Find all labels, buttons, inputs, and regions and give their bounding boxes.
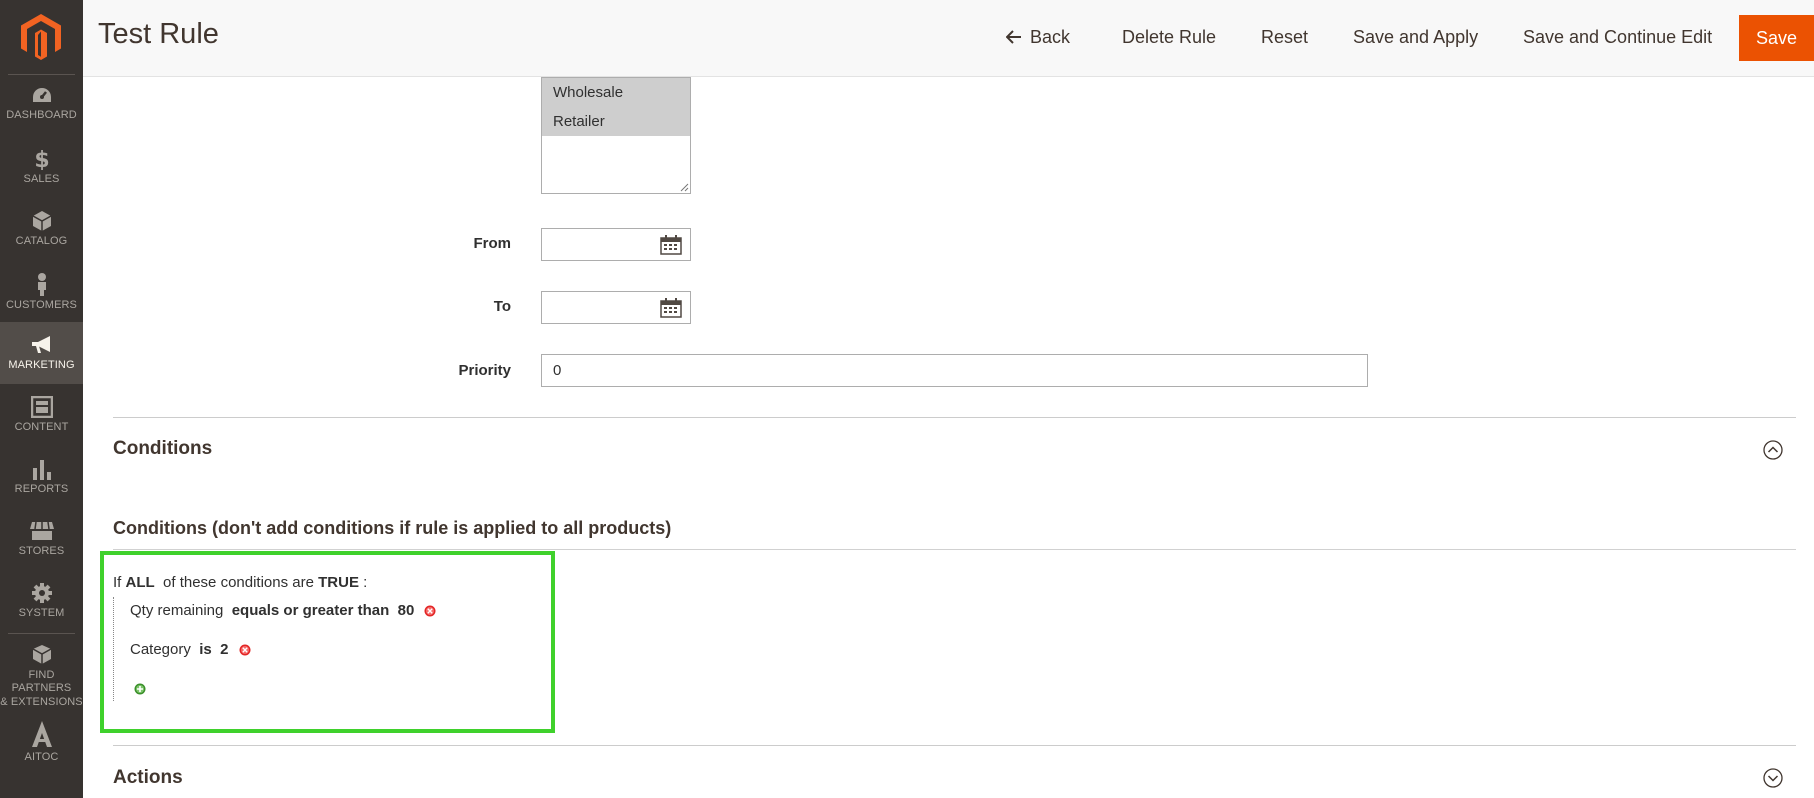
sidebar-item-dashboard[interactable]: DASHBOARD xyxy=(0,86,83,148)
chevron-up-icon[interactable] xyxy=(1763,440,1783,460)
condition-rule: Category is 2 xyxy=(130,641,251,658)
sidebar-item-label: DASHBOARD xyxy=(6,109,77,121)
dashboard-icon xyxy=(32,88,51,102)
to-label: To xyxy=(493,298,511,315)
sidebar-item-label: REPORTS xyxy=(14,483,69,495)
save-and-continue-edit-button[interactable]: Save and Continue Edit xyxy=(1523,22,1712,52)
sidebar-item-label: SYSTEM xyxy=(18,607,65,619)
section-divider xyxy=(113,417,1796,418)
back-button[interactable]: Back xyxy=(1005,22,1071,52)
sidebar-divider xyxy=(8,633,75,634)
to-date-field[interactable] xyxy=(541,291,691,324)
aitoc-icon xyxy=(31,721,52,747)
sidebar-item-label: CATALOG xyxy=(15,235,68,247)
condition-operator-select[interactable]: equals or greater than xyxy=(232,602,390,619)
calendar-icon[interactable] xyxy=(660,298,682,318)
sidebar-item-find-partners[interactable]: FIND PARTNERS & EXTENSIONS xyxy=(0,644,83,716)
remove-condition-icon[interactable] xyxy=(239,644,251,656)
sidebar-item-label: AITOC xyxy=(24,751,59,763)
sidebar-item-sales[interactable]: $ SALES xyxy=(0,148,83,210)
priority-label: Priority xyxy=(458,362,511,379)
sidebar-item-label: & EXTENSIONS xyxy=(0,696,83,708)
admin-sidebar: DASHBOARD $ SALES CATALOG CUSTOMERS MARK… xyxy=(0,0,83,798)
condition-root: If ALL of these conditions are TRUE : xyxy=(113,574,367,591)
aggregator-value-select[interactable]: TRUE xyxy=(318,574,359,591)
delete-rule-button[interactable]: Delete Rule xyxy=(1122,22,1216,52)
sidebar-item-label: CONTENT xyxy=(14,421,69,433)
back-label: Back xyxy=(1030,27,1071,47)
sidebar-item-system[interactable]: SYSTEM xyxy=(0,582,83,644)
svg-text:$: $ xyxy=(34,148,49,170)
remove-condition-icon[interactable] xyxy=(424,605,436,617)
add-condition-icon[interactable] xyxy=(134,683,146,695)
reset-button[interactable]: Reset xyxy=(1261,22,1308,52)
actions-section-title[interactable]: Actions xyxy=(113,767,183,789)
page-header: Test Rule Back Delete Rule Reset Save an… xyxy=(83,0,1814,77)
sidebar-item-label: CUSTOMERS xyxy=(6,299,77,311)
multiselect-option-wholesale[interactable]: Wholesale xyxy=(542,78,690,107)
save-button[interactable]: Save xyxy=(1739,15,1814,61)
condition-attribute: Category xyxy=(130,641,191,658)
section-divider xyxy=(113,745,1796,746)
magento-logo-icon[interactable] xyxy=(21,14,61,60)
condition-middle-text: of these conditions are xyxy=(163,574,314,591)
chevron-down-icon[interactable] xyxy=(1763,768,1783,788)
store-icon xyxy=(29,521,54,540)
condition-prefix: If xyxy=(113,574,122,591)
aggregator-select[interactable]: ALL xyxy=(126,574,155,591)
sidebar-item-label: MARKETING xyxy=(8,359,75,371)
sidebar-item-aitoc[interactable]: AITOC xyxy=(0,720,83,792)
layout-icon xyxy=(30,396,53,418)
sidebar-item-stores[interactable]: STORES xyxy=(0,520,83,582)
customer-groups-multiselect[interactable]: Wholesale Retailer xyxy=(541,77,691,194)
sidebar-item-content[interactable]: CONTENT xyxy=(0,396,83,458)
condition-value-field[interactable]: 80 xyxy=(398,602,415,619)
conditions-section-title[interactable]: Conditions xyxy=(113,438,212,460)
multiselect-option-retailer[interactable]: Retailer xyxy=(542,107,690,136)
sidebar-item-reports[interactable]: REPORTS xyxy=(0,458,83,520)
megaphone-icon xyxy=(31,336,50,353)
condition-suffix: : xyxy=(363,574,368,591)
from-label: From xyxy=(473,235,512,252)
calendar-icon[interactable] xyxy=(660,235,682,255)
subsection-divider xyxy=(113,549,1796,550)
condition-operator-select[interactable]: is xyxy=(199,641,212,658)
box-icon xyxy=(32,211,51,231)
sidebar-item-catalog[interactable]: CATALOG xyxy=(0,210,83,272)
condition-rule: Qty remaining equals or greater than 80 xyxy=(130,602,436,619)
arrow-left-icon xyxy=(1005,30,1021,44)
sidebar-divider xyxy=(8,74,75,75)
priority-input[interactable]: 0 xyxy=(541,354,1368,387)
sidebar-item-label: STORES xyxy=(18,545,65,557)
resize-grip-icon[interactable] xyxy=(680,183,689,192)
cubes-icon xyxy=(32,645,51,664)
condition-attribute: Qty remaining xyxy=(130,602,224,619)
save-and-apply-button[interactable]: Save and Apply xyxy=(1353,22,1478,52)
dollar-icon: $ xyxy=(34,148,49,170)
sidebar-item-label: SALES xyxy=(23,173,60,185)
person-icon xyxy=(37,273,46,296)
sidebar-item-label: FIND PARTNERS xyxy=(11,669,72,694)
conditions-subsection-title: Conditions (don't add conditions if rule… xyxy=(113,518,672,538)
sidebar-item-marketing[interactable]: MARKETING xyxy=(0,322,83,384)
bar-chart-icon xyxy=(32,460,51,480)
condition-tree-line xyxy=(113,597,114,701)
from-date-field[interactable] xyxy=(541,228,691,261)
condition-value-field[interactable]: 2 xyxy=(220,641,228,658)
page-title: Test Rule xyxy=(98,18,219,50)
gear-icon xyxy=(31,583,52,603)
